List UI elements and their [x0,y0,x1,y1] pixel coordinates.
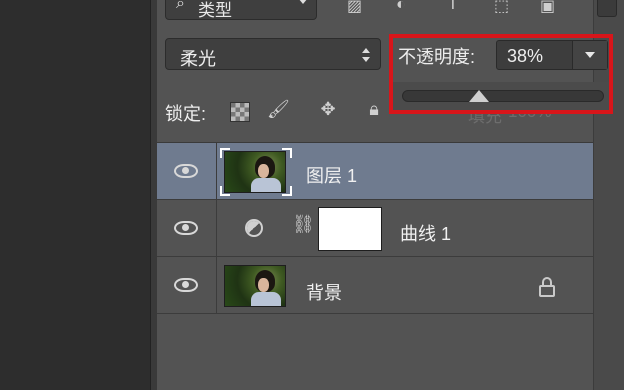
lock-all-icon[interactable]: 🔒︎ [364,99,384,121]
visibility-toggle[interactable] [157,257,217,313]
filter-kind-label: 类型 [198,1,232,20]
layer-thumbnail[interactable] [224,265,286,307]
layer-mask-thumbnail[interactable] [318,207,382,251]
eye-icon[interactable] [174,221,198,235]
layer-row-background[interactable] [157,257,593,314]
lock-transparent-pixels-icon[interactable] [230,102,250,122]
portrait-photo-thumbnail [225,266,285,306]
visibility-toggle[interactable] [157,200,217,256]
layer-name[interactable]: 曲线 1 [400,220,451,246]
visibility-toggle[interactable] [157,143,217,199]
blend-mode-select[interactable]: 柔光 [165,38,381,70]
lock-image-pixels-icon[interactable]: 🖌︎ [267,99,290,121]
lock-label: 锁定: [165,104,207,124]
updown-arrows-icon [362,48,370,62]
eye-icon[interactable] [174,278,198,292]
layer-name[interactable]: 图层 1 [306,162,357,188]
shape-filter-icon[interactable]: ⬚ [494,0,516,15]
search-icon: ⌕ [176,0,185,12]
adjustment-filter-icon[interactable]: ◐ [396,0,418,13]
thumbnail-selection-corners [220,148,292,196]
canvas-area [0,0,150,390]
smart-object-filter-icon[interactable]: ▣ [540,0,562,15]
panel-edge [150,0,157,390]
chain-link-icon[interactable]: ⛓︎ [292,214,315,242]
blend-mode-value: 柔光 [180,49,216,69]
lock-icon [538,277,556,297]
layer-filter-dropdown[interactable]: ⌕ 类型 [165,0,317,20]
chevron-down-icon [298,0,308,4]
scrollbar-thumb[interactable] [597,0,617,17]
annotation-highlight-box [389,34,613,114]
image-filter-icon[interactable]: ▨ [347,0,369,15]
eye-icon[interactable] [174,164,198,178]
type-filter-icon[interactable]: T [448,0,470,13]
lock-position-icon[interactable]: ✥ [318,99,338,121]
layer-name[interactable]: 背景 [306,279,342,305]
adjustment-layer-icon [245,219,263,237]
